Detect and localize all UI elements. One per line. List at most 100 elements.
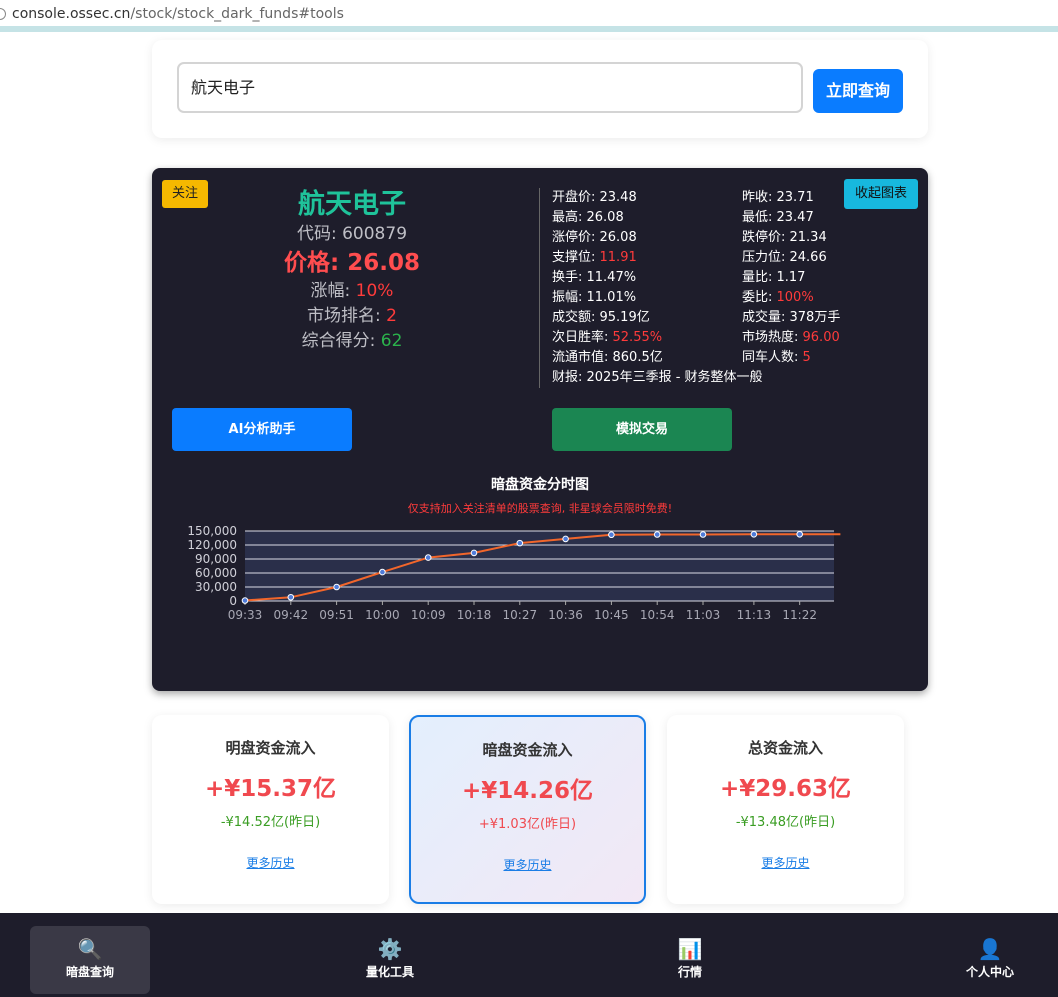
x-tick-label: 09:33 bbox=[228, 608, 263, 622]
x-tick-label: 10:09 bbox=[411, 608, 446, 622]
nav-label: 个人中心 bbox=[965, 965, 1014, 979]
stat-prev-close: 昨收: 23.71 bbox=[742, 190, 814, 205]
data-point bbox=[470, 549, 478, 557]
data-point bbox=[608, 531, 615, 539]
data-point bbox=[516, 539, 524, 547]
more-history-link[interactable]: 更多历史 bbox=[411, 856, 644, 873]
stat-row: 支撑位: 11.91 压力位: 24.66 bbox=[552, 248, 912, 268]
nav-label: 行情 bbox=[677, 965, 702, 979]
stat-volume-ratio: 量比: 1.17 bbox=[742, 270, 806, 285]
url-host: console.ossec.cn bbox=[12, 6, 131, 22]
flow-prev-day: +¥1.03亿(昨日) bbox=[478, 817, 577, 832]
flow-value: +¥14.26亿 bbox=[461, 778, 594, 804]
y-tick-label: 120,000 bbox=[187, 538, 237, 552]
data-point bbox=[699, 531, 707, 538]
search-card: 航天电子 立即查询 bbox=[152, 40, 928, 138]
flow-prev-day: -¥14.52亿(昨日) bbox=[220, 815, 321, 830]
y-tick-label: 0 bbox=[229, 594, 237, 608]
data-point bbox=[796, 530, 803, 538]
x-tick-label: 09:42 bbox=[274, 608, 309, 622]
stock-stats: 开盘价: 23.48 昨收: 23.71 最高: 26.08 最低: 23.47… bbox=[552, 188, 912, 388]
browser-url-bar[interactable]: console.ossec.cn/stock/stock_dark_funds#… bbox=[0, 0, 1058, 32]
stat-limit-up: 涨停价: 26.08 bbox=[552, 230, 637, 245]
data-point bbox=[379, 568, 386, 576]
stock-code: 代码: 600879 bbox=[296, 224, 408, 244]
x-tick-label: 11:22 bbox=[782, 608, 817, 622]
y-tick-label: 90,000 bbox=[195, 552, 237, 566]
flow-value: +¥29.63亿 bbox=[719, 776, 852, 802]
stat-row: 次日胜率: 52.55% 市场热度: 96.00 bbox=[552, 328, 912, 348]
market-rank: 市场排名: 2 bbox=[307, 306, 397, 326]
stat-resistance: 压力位: 24.66 bbox=[742, 250, 827, 265]
search-button[interactable]: 立即查询 bbox=[813, 69, 903, 113]
stat-row: 开盘价: 23.48 昨收: 23.71 bbox=[552, 188, 912, 208]
stat-amount: 成交额: 95.19亿 bbox=[552, 310, 650, 325]
stat-volume: 成交量: 378万手 bbox=[742, 310, 841, 325]
composite-score: 综合得分: 62 bbox=[301, 331, 403, 351]
more-history-link[interactable]: 更多历史 bbox=[667, 854, 904, 871]
stat-row: 涨停价: 26.08 跌停价: 21.34 bbox=[552, 228, 912, 248]
x-tick-label: 11:03 bbox=[686, 608, 721, 622]
stat-low: 最低: 23.47 bbox=[742, 210, 814, 225]
flow-title: 暗盘资金流入 bbox=[482, 741, 573, 759]
stat-row: 流通市值: 860.5亿 同车人数: 5 bbox=[552, 348, 912, 368]
site-info-icon[interactable] bbox=[0, 8, 6, 20]
flow-title: 总资金流入 bbox=[747, 739, 823, 757]
follow-button[interactable]: 关注 bbox=[162, 180, 208, 208]
nav-label: 量化工具 bbox=[365, 965, 414, 979]
flow-title: 明盘资金流入 bbox=[225, 739, 316, 757]
stat-market-heat: 市场热度: 96.00 bbox=[742, 330, 840, 345]
total-funds-card: 总资金流入 +¥29.63亿 -¥13.48亿(昨日) 更多历史 bbox=[667, 715, 904, 904]
stat-turnover: 换手: 11.47% bbox=[552, 270, 637, 285]
nav-profile[interactable]: 👤 个人中心 bbox=[930, 926, 1050, 994]
stock-search-input[interactable]: 航天电子 bbox=[177, 62, 803, 113]
x-tick-label: 10:27 bbox=[503, 608, 538, 622]
data-point bbox=[287, 593, 295, 601]
stat-financial-report: 财报: 2025年三季报 - 财务整体一般 bbox=[552, 370, 763, 385]
flow-prev-day: -¥13.48亿(昨日) bbox=[735, 815, 836, 830]
y-tick-label: 30,000 bbox=[195, 580, 237, 594]
nav-market[interactable]: 📊 行情 bbox=[630, 926, 750, 994]
stock-price: 价格: 26.08 bbox=[284, 250, 420, 276]
x-tick-label: 10:45 bbox=[594, 608, 629, 622]
data-point bbox=[424, 554, 432, 561]
ai-assistant-button[interactable]: AI分析助手 bbox=[172, 408, 352, 451]
simulated-trade-button[interactable]: 模拟交易 bbox=[552, 408, 732, 451]
stat-row: 财报: 2025年三季报 - 财务整体一般 bbox=[552, 368, 912, 388]
stat-row: 换手: 11.47% 量比: 1.17 bbox=[552, 268, 912, 288]
bar-chart-icon: 📊 bbox=[677, 937, 703, 961]
data-point bbox=[653, 531, 661, 538]
stat-limit-down: 跌停价: 21.34 bbox=[742, 230, 827, 245]
stock-change: 涨幅: 10% bbox=[310, 281, 394, 301]
y-tick-label: 60,000 bbox=[195, 566, 237, 580]
chart-subtitle: 仅支持加入关注清单的股票查询, 非星球会员限时免费! bbox=[407, 502, 673, 515]
url-text[interactable]: console.ossec.cn/stock/stock_dark_funds#… bbox=[12, 6, 344, 22]
x-tick-label: 10:00 bbox=[365, 608, 400, 622]
more-history-link[interactable]: 更多历史 bbox=[152, 854, 389, 871]
search-icon: 🔍 bbox=[77, 937, 103, 961]
data-point bbox=[750, 530, 758, 538]
stat-row: 振幅: 11.01% 委比: 100% bbox=[552, 288, 912, 308]
stat-win-rate: 次日胜率: 52.55% bbox=[552, 330, 663, 345]
gear-icon: ⚙️ bbox=[377, 937, 403, 961]
flow-value: +¥15.37亿 bbox=[204, 776, 337, 802]
dark-funds-chart: 030,00060,00090,000120,000150,000 09:33 09… bbox=[187, 524, 841, 622]
y-tick-label: 150,000 bbox=[187, 524, 237, 538]
chart-title: 暗盘资金分时图 bbox=[491, 477, 589, 493]
stats-divider bbox=[539, 188, 540, 388]
url-path: /stock/stock_dark_funds#tools bbox=[130, 6, 344, 22]
stock-info-card: 关注 收起图表 航天电子 代码: 600879 价格: 26.08 涨幅: 10… bbox=[152, 168, 928, 691]
lit-funds-card: 明盘资金流入 +¥15.37亿 -¥14.52亿(昨日) 更多历史 bbox=[152, 715, 389, 904]
user-icon: 👤 bbox=[977, 937, 1003, 961]
stat-market-cap: 流通市值: 860.5亿 bbox=[552, 350, 663, 365]
x-tick-label: 09:51 bbox=[319, 608, 354, 622]
nav-quant-tools[interactable]: ⚙️ 量化工具 bbox=[330, 926, 450, 994]
stat-high: 最高: 26.08 bbox=[552, 210, 624, 225]
nav-label: 暗盘查询 bbox=[65, 965, 114, 979]
x-tick-label: 11:13 bbox=[737, 608, 772, 622]
data-point bbox=[241, 597, 249, 604]
stat-same-car: 同车人数: 5 bbox=[742, 350, 811, 365]
stock-name: 航天电子 bbox=[298, 189, 406, 220]
stat-support: 支撑位: 11.91 bbox=[552, 250, 637, 265]
nav-dark-funds-query[interactable]: 🔍 暗盘查询 bbox=[30, 926, 150, 994]
